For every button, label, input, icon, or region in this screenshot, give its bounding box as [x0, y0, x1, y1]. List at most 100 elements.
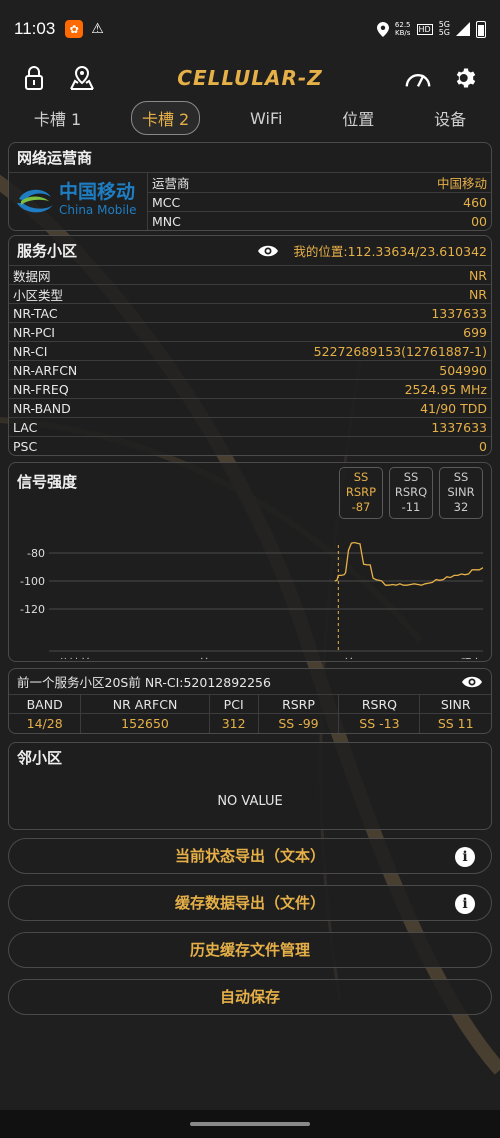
- serving-row: NR-ARFCN 504990: [9, 360, 491, 379]
- table-header: RSRP: [257, 694, 339, 714]
- china-mobile-logo-icon: [17, 189, 53, 213]
- home-handle[interactable]: [190, 1122, 310, 1126]
- signal-chart: -80 -100 -120 1分钟前 40S前 20S前 现在: [20, 541, 484, 659]
- action-label: 历史缓存文件管理: [189, 941, 310, 959]
- action-button[interactable]: 自动保存: [8, 978, 492, 1015]
- serving-cell-title: 服务小区: [17, 242, 78, 260]
- row-key: 小区类型: [13, 287, 64, 303]
- navigation-bar: [0, 1110, 500, 1138]
- x-tick-label: 1分钟前: [51, 656, 91, 659]
- status-bar: 11:03 ✿ ⚠ 62.5 KB/s HD 5G 5G: [0, 0, 500, 58]
- y-tick-label: -100: [20, 575, 45, 588]
- row-value: 41/90 TDD: [420, 400, 487, 416]
- mnc-row: MNC 00: [147, 211, 491, 230]
- table-cell: 152650: [80, 713, 210, 733]
- row-value: 2524.95 MHz: [404, 381, 487, 397]
- metric-ss-sinr[interactable]: SS SINR 32: [439, 467, 483, 519]
- neighbor-card: 邻小区 NO VALUE: [8, 741, 492, 830]
- row-key: NR-FREQ: [13, 381, 69, 397]
- action-label: 自动保存: [219, 988, 280, 1006]
- serving-row: NR-CI 52272689153(12761887-1): [9, 341, 491, 360]
- row-key: NR-ARFCN: [13, 362, 78, 378]
- lock-icon[interactable]: [20, 64, 48, 92]
- speedometer-icon[interactable]: [404, 64, 432, 92]
- top-toolbar: CELLULAR-Z: [0, 58, 500, 98]
- serving-row: NR-TAC 1337633: [9, 303, 491, 322]
- table-cell: 14/28: [9, 713, 81, 733]
- table-cell: SS -13: [338, 713, 420, 733]
- tab-sim1[interactable]: 卡槽 1: [24, 102, 91, 134]
- info-icon[interactable]: i: [455, 846, 475, 867]
- row-value: 1337633: [431, 305, 487, 321]
- row-value: NR: [468, 286, 487, 302]
- y-tick-label: -80: [27, 547, 45, 560]
- map-pin-icon[interactable]: [68, 64, 96, 92]
- table-header: NR ARFCN: [80, 694, 210, 714]
- action-button[interactable]: 缓存数据导出（文件） i: [8, 884, 492, 921]
- hd-icon: HD: [416, 23, 433, 35]
- table-header: RSRQ: [338, 694, 420, 714]
- info-icon[interactable]: i: [455, 893, 475, 914]
- serving-row: 小区类型 NR: [9, 284, 491, 303]
- tab-device[interactable]: 设备: [424, 102, 476, 134]
- serving-row: 数据网 NR: [9, 265, 491, 284]
- tab-sim2[interactable]: 卡槽 2: [130, 101, 201, 135]
- metric-ss-rsrp[interactable]: SS RSRP -87: [339, 467, 383, 519]
- row-key: NR-PCI: [13, 324, 55, 340]
- action-button[interactable]: 当前状态导出（文本） i: [8, 837, 492, 874]
- signal-icon: [456, 22, 470, 36]
- row-key: PSC: [13, 438, 38, 454]
- x-tick-label: 40S前: [178, 656, 210, 659]
- serving-cell-card: 服务小区 我的位置:112.33634/23.610342 数据网 NR 小区类型 N…: [8, 235, 492, 456]
- operator-card: 网络运营商 中国移动 China Mobile 运营商 中国移动 MCC 460 M…: [8, 142, 492, 231]
- app-logo: CELLULAR-Z: [177, 66, 323, 90]
- signal-card: 信号强度 SS RSRP -87 SS RSRQ -11 SS SINR 32 -80 -10…: [8, 462, 492, 662]
- action-label: 缓存数据导出（文件）: [174, 894, 325, 912]
- row-value: 699: [463, 324, 487, 340]
- operator-title: 网络运营商: [17, 149, 93, 167]
- action-button[interactable]: 历史缓存文件管理: [8, 931, 492, 968]
- gear-icon[interactable]: [452, 64, 480, 92]
- table-header: PCI: [208, 694, 259, 714]
- series-line-rsrp: [334, 541, 484, 586]
- serving-row: NR-PCI 699: [9, 322, 491, 341]
- row-value: 1337633: [431, 419, 487, 435]
- net-type-2: 5G: [438, 28, 450, 37]
- metric-ss-rsrq[interactable]: SS RSRQ -11: [389, 467, 433, 519]
- eye-icon[interactable]: [257, 244, 279, 258]
- sim-tabs: 卡槽 1 卡槽 2 WiFi 位置 设备: [0, 98, 500, 138]
- status-time: 11:03: [14, 19, 56, 38]
- row-value: NR: [468, 267, 487, 283]
- row-value: 52272689153(12761887-1): [313, 343, 487, 359]
- logo-cn-text: 中国移动: [59, 181, 136, 203]
- battery-icon: [476, 20, 486, 38]
- neighbor-title: 邻小区: [17, 748, 63, 767]
- eye-icon[interactable]: [461, 675, 483, 689]
- china-mobile-logo: 中国移动 China Mobile: [9, 173, 147, 229]
- action-label: 当前状态导出（文本）: [174, 847, 325, 865]
- my-location: 我的位置:112.33634/23.610342: [293, 244, 487, 259]
- signal-title: 信号强度: [17, 473, 78, 491]
- y-tick-label: -120: [20, 603, 45, 616]
- network-speed: 62.5 KB/s: [394, 21, 411, 37]
- table-header: SINR: [419, 694, 491, 714]
- location-icon: [376, 21, 389, 37]
- x-tick-label: 现在: [461, 657, 483, 659]
- row-value: 504990: [439, 362, 487, 378]
- neighbor-empty: NO VALUE: [217, 793, 283, 809]
- previous-cell-card: 前一个服务小区20S前 NR-CI:52012892256 BAND NR ARF…: [8, 668, 492, 734]
- table-cell: 312: [208, 713, 259, 733]
- logo-en-text: China Mobile: [59, 203, 137, 217]
- serving-row: LAC 1337633: [9, 417, 491, 436]
- x-tick-label: 20S前: [322, 656, 354, 659]
- tab-location[interactable]: 位置: [332, 102, 384, 134]
- tab-wifi[interactable]: WiFi: [240, 105, 292, 132]
- operator-row: 运营商 中国移动: [147, 173, 491, 192]
- row-key: NR-CI: [13, 343, 48, 359]
- table-cell: SS 11: [419, 713, 491, 733]
- row-key: NR-BAND: [13, 400, 71, 416]
- serving-row: NR-FREQ 2524.95 MHz: [9, 379, 491, 398]
- serving-row: PSC 0: [9, 436, 491, 455]
- previous-cell-table: BAND NR ARFCN PCI RSRP RSRQ SINR 14/28 152650 3…: [9, 694, 491, 733]
- row-key: NR-TAC: [13, 305, 58, 321]
